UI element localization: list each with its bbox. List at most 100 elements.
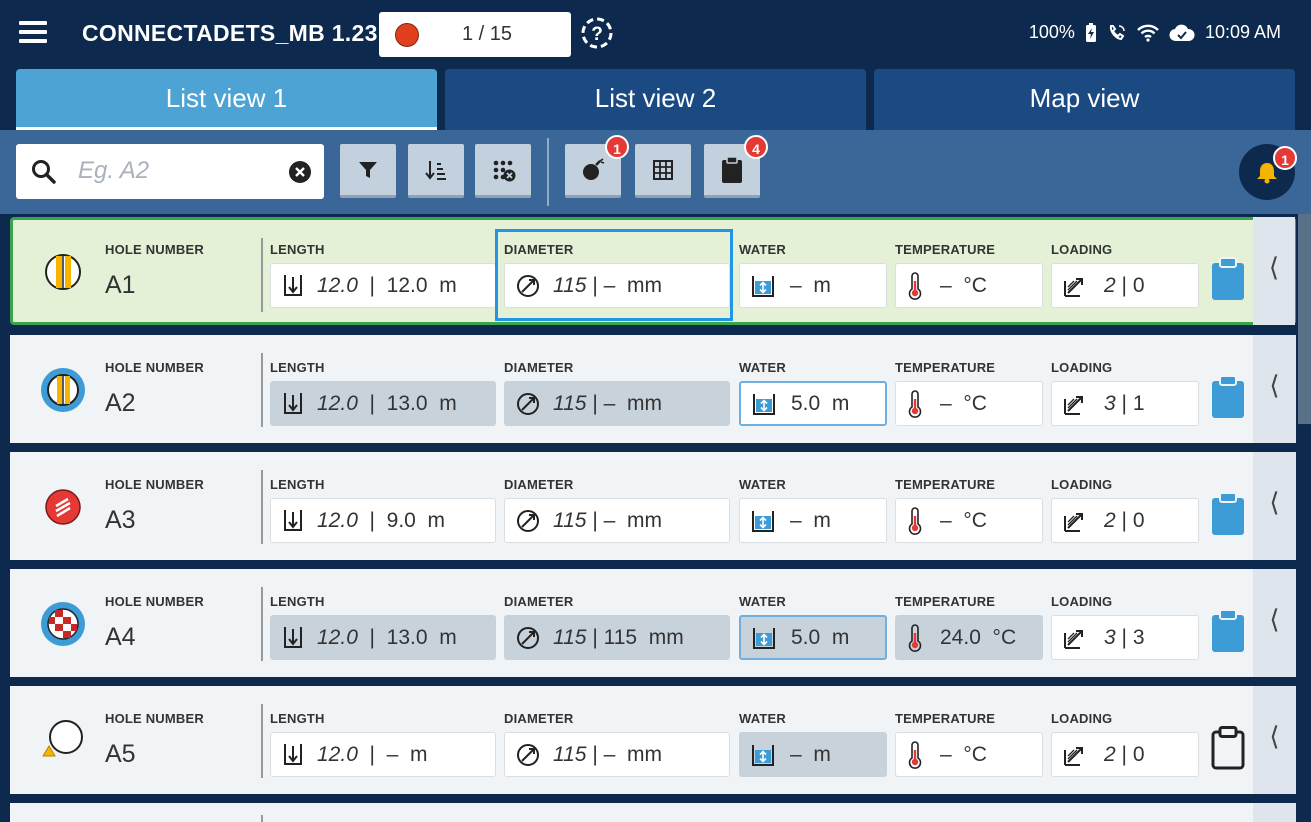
clipboard-icon[interactable] [1211, 609, 1245, 653]
diameter-measured: | 115 mm [592, 625, 684, 649]
notes-button[interactable] [1211, 257, 1245, 306]
water-value: 5.0 m [791, 625, 850, 649]
diameter-field[interactable]: 115 | – mm [504, 263, 730, 308]
water-field[interactable]: – m [739, 263, 887, 308]
length-field[interactable]: 12.0 | 13.0 m [270, 615, 496, 660]
hole-number: A4 [105, 623, 136, 651]
filter-button[interactable] [340, 144, 396, 198]
scrollbar[interactable] [1298, 214, 1311, 424]
tab-list-view-1[interactable]: List view 1 [16, 69, 437, 130]
row-divider [261, 704, 263, 778]
water-value: 5.0 m [791, 391, 850, 415]
clipboard-outline-icon[interactable] [1211, 726, 1245, 770]
water-icon [753, 393, 775, 415]
table-row[interactable]: HOLE NUMBER A2 LENGTH 12.0 | 13.0 m DIAM… [10, 335, 1296, 443]
temperature-value: 24.0 °C [940, 625, 1017, 649]
hole-status [40, 484, 86, 530]
menu-icon[interactable] [19, 21, 47, 45]
length-field[interactable]: 12.0 | 12.0 m [270, 263, 496, 308]
loading-field[interactable]: 2 | 0 [1051, 732, 1199, 777]
expand-row-button[interactable] [1253, 803, 1296, 822]
clipboard-icon[interactable] [1211, 492, 1245, 536]
temperature-label: TEMPERATURE [895, 360, 996, 375]
table-row[interactable]: HOLE NUMBER A4 LENGTH 12.0 | 13.0 m DIAM… [10, 569, 1296, 677]
temperature-field[interactable]: – °C [895, 263, 1043, 308]
diameter-label: DIAMETER [504, 594, 574, 609]
water-field[interactable]: – m [739, 732, 887, 777]
clipboard-badge: 4 [744, 135, 768, 159]
thermometer-icon [908, 740, 922, 769]
pattern-button[interactable] [475, 144, 531, 198]
notifications-button[interactable]: 1 [1239, 144, 1297, 200]
search-box [16, 144, 324, 199]
clock: 10:09 AM [1204, 22, 1281, 42]
temperature-value: – °C [940, 273, 987, 297]
temperature-field[interactable]: – °C [895, 732, 1043, 777]
app-title: CONNECTADETS_MB 1.23 [82, 20, 378, 46]
length-icon [284, 392, 302, 414]
water-field[interactable]: 5.0 m [739, 615, 887, 660]
search-input[interactable] [78, 152, 278, 190]
length-field[interactable]: 12.0 | 13.0 m [270, 381, 496, 426]
loading-icon [1064, 395, 1083, 415]
tab-list-view-2[interactable]: List view 2 [445, 69, 866, 130]
grid-icon [653, 159, 673, 180]
diameter-field[interactable]: 115 | – mm [504, 732, 730, 777]
length-icon [284, 509, 302, 531]
temperature-field[interactable]: 24.0 °C [895, 615, 1043, 660]
explosive-button[interactable]: 1 [565, 135, 629, 198]
hole-status [40, 367, 86, 413]
notes-button[interactable] [1211, 375, 1245, 424]
length-label: LENGTH [270, 242, 325, 257]
diameter-field[interactable]: 115 | – mm [504, 381, 730, 426]
clipboard-icon[interactable] [1211, 375, 1245, 419]
table-row-partial[interactable] [10, 803, 1296, 822]
sort-button[interactable] [408, 144, 464, 198]
hole-number-label: HOLE NUMBER [105, 594, 204, 609]
clipboard-icon[interactable] [1211, 257, 1245, 301]
toolbar: 1 4 [0, 130, 1311, 214]
tab-map-view[interactable]: Map view [874, 69, 1295, 130]
temperature-field[interactable]: – °C [895, 498, 1043, 543]
loading-field[interactable]: 3 | 1 [1051, 381, 1199, 426]
table-row[interactable]: HOLE NUMBER A5 LENGTH 12.0 | – m DIAMETE… [10, 686, 1296, 794]
hole-status-stripes-ring-icon [41, 368, 85, 412]
clipboard-button[interactable]: 4 [704, 135, 768, 198]
temperature-field[interactable]: – °C [895, 381, 1043, 426]
loading-field[interactable]: 3 | 3 [1051, 615, 1199, 660]
diameter-field[interactable]: 115 | 115 mm [504, 615, 730, 660]
temperature-label: TEMPERATURE [895, 242, 996, 257]
clear-search-icon[interactable] [288, 160, 312, 184]
diameter-field[interactable]: 115 | – mm [504, 498, 730, 543]
record-icon[interactable] [395, 23, 419, 47]
loading-field[interactable]: 2 | 0 [1051, 498, 1199, 543]
expand-row-button[interactable]: ⟨ [1253, 686, 1296, 794]
grid-button[interactable] [635, 144, 691, 198]
water-field[interactable]: – m [739, 498, 887, 543]
loading-label: LOADING [1051, 360, 1113, 375]
row-divider [261, 470, 263, 544]
expand-row-button[interactable]: ⟨ [1253, 452, 1296, 560]
help-icon[interactable]: ? [580, 16, 614, 50]
table-row[interactable]: HOLE NUMBER A1 LENGTH 12.0 | 12.0 m DIAM… [10, 217, 1296, 325]
notes-button[interactable] [1211, 726, 1245, 775]
record-navigator[interactable]: 1 / 15 [379, 12, 571, 57]
row-divider [261, 353, 263, 427]
loading-design: 3 [1104, 625, 1116, 649]
length-design: 12.0 [317, 625, 358, 649]
notes-button[interactable] [1211, 492, 1245, 541]
battery-charging-icon [1085, 22, 1096, 42]
expand-row-button[interactable]: ⟨ [1253, 569, 1296, 677]
notes-button[interactable] [1211, 609, 1245, 658]
loading-field[interactable]: 2 | 0 [1051, 263, 1199, 308]
expand-row-button[interactable]: ⟨ [1253, 217, 1295, 325]
thermometer-icon [908, 623, 922, 652]
water-field[interactable]: 5.0 m [739, 381, 887, 426]
expand-row-button[interactable]: ⟨ [1253, 335, 1296, 443]
length-field[interactable]: 12.0 | 9.0 m [270, 498, 496, 543]
record-counter: 1 / 15 [461, 23, 513, 45]
hole-number-label: HOLE NUMBER [105, 242, 204, 257]
filter-icon [359, 161, 377, 178]
length-field[interactable]: 12.0 | – m [270, 732, 496, 777]
table-row[interactable]: HOLE NUMBER A3 LENGTH 12.0 | 9.0 m DIAME… [10, 452, 1296, 560]
